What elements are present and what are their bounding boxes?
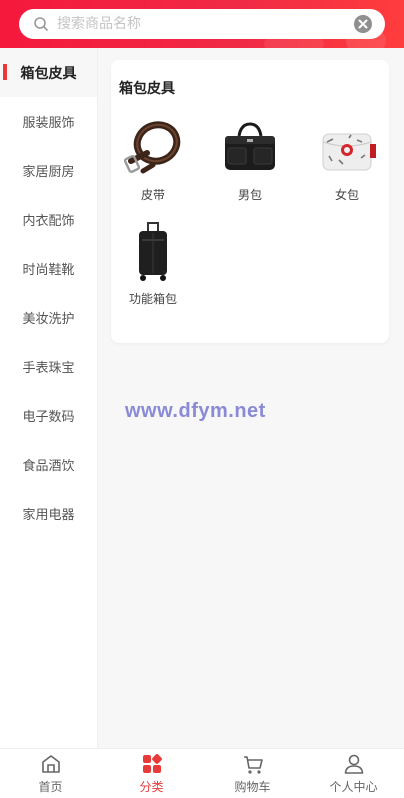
watermark-text: www.dfym.net xyxy=(125,400,266,422)
sidebar-item-label: 电子数码 xyxy=(22,410,75,425)
tab-cart[interactable]: 购物车 xyxy=(202,749,303,798)
clear-icon[interactable] xyxy=(353,14,373,34)
sidebar-item-label: 食品酒饮 xyxy=(22,459,75,474)
subcategory-item-label: 女包 xyxy=(334,188,359,202)
category-sidebar: 箱包皮具 服装服饰 家居厨房 内衣配饰 时尚鞋靴 美妆洗护 手表珠宝 电子数码 … xyxy=(0,48,98,748)
sidebar-item-appliances[interactable]: 家用电器 xyxy=(0,489,97,538)
tab-category[interactable]: 分类 xyxy=(101,749,202,798)
user-icon xyxy=(344,754,363,774)
tab-home[interactable]: 首页 xyxy=(0,749,101,798)
category-icon xyxy=(142,753,162,773)
search-bar[interactable] xyxy=(19,9,385,39)
tab-label: 分类 xyxy=(139,779,164,794)
sidebar-item-clothing[interactable]: 服装服饰 xyxy=(0,97,97,146)
sidebar-item-electronics[interactable]: 电子数码 xyxy=(0,391,97,440)
sidebar-item-home-kitchen[interactable]: 家居厨房 xyxy=(0,146,97,195)
header-bar xyxy=(0,0,404,48)
tab-label: 购物车 xyxy=(234,779,271,794)
luggage-icon xyxy=(121,220,185,284)
subcategory-item-label: 皮带 xyxy=(140,188,165,202)
home-icon xyxy=(41,754,60,773)
subcategory-item-label: 功能箱包 xyxy=(128,292,177,306)
bottom-tabbar: 首页 分类 购物车 个人中心 xyxy=(0,748,404,798)
subcategory-item-mens-bag[interactable]: 男包 xyxy=(210,116,290,206)
subcategory-item-womens-bag[interactable]: 女包 xyxy=(307,116,387,206)
sidebar-item-underwear[interactable]: 内衣配饰 xyxy=(0,195,97,244)
sidebar-item-label: 箱包皮具 xyxy=(20,65,77,82)
sidebar-item-label: 服装服饰 xyxy=(22,116,75,131)
sidebar-item-label: 时尚鞋靴 xyxy=(22,263,75,278)
subcategory-card: 箱包皮具 皮带 男包 女包 功能箱包 xyxy=(111,60,389,343)
tab-label: 个人中心 xyxy=(329,779,378,794)
sidebar-item-beauty[interactable]: 美妆洗护 xyxy=(0,293,97,342)
sidebar-item-label: 手表珠宝 xyxy=(22,361,75,376)
sidebar-item-bags[interactable]: 箱包皮具 xyxy=(0,48,97,97)
subcategory-item-belt[interactable]: 皮带 xyxy=(113,116,193,206)
subcategory-item-label: 男包 xyxy=(237,188,262,202)
sidebar-item-label: 家用电器 xyxy=(22,508,75,523)
tab-profile[interactable]: 个人中心 xyxy=(303,749,404,798)
search-input[interactable] xyxy=(57,16,353,32)
sidebar-item-label: 家居厨房 xyxy=(22,165,75,180)
sidebar-item-label: 美妆洗护 xyxy=(22,312,75,327)
subcategory-item-luggage[interactable]: 功能箱包 xyxy=(113,220,193,310)
sidebar-item-label: 内衣配饰 xyxy=(22,214,75,229)
tab-label: 首页 xyxy=(38,779,63,794)
sidebar-item-food[interactable]: 食品酒饮 xyxy=(0,440,97,489)
mens-bag-icon xyxy=(218,116,282,180)
sidebar-item-shoes[interactable]: 时尚鞋靴 xyxy=(0,244,97,293)
section-title: 箱包皮具 xyxy=(119,81,175,97)
belt-icon xyxy=(121,116,185,180)
cart-icon xyxy=(243,755,263,774)
sidebar-item-watches[interactable]: 手表珠宝 xyxy=(0,342,97,391)
womens-bag-icon xyxy=(315,116,379,180)
search-icon xyxy=(34,17,48,31)
